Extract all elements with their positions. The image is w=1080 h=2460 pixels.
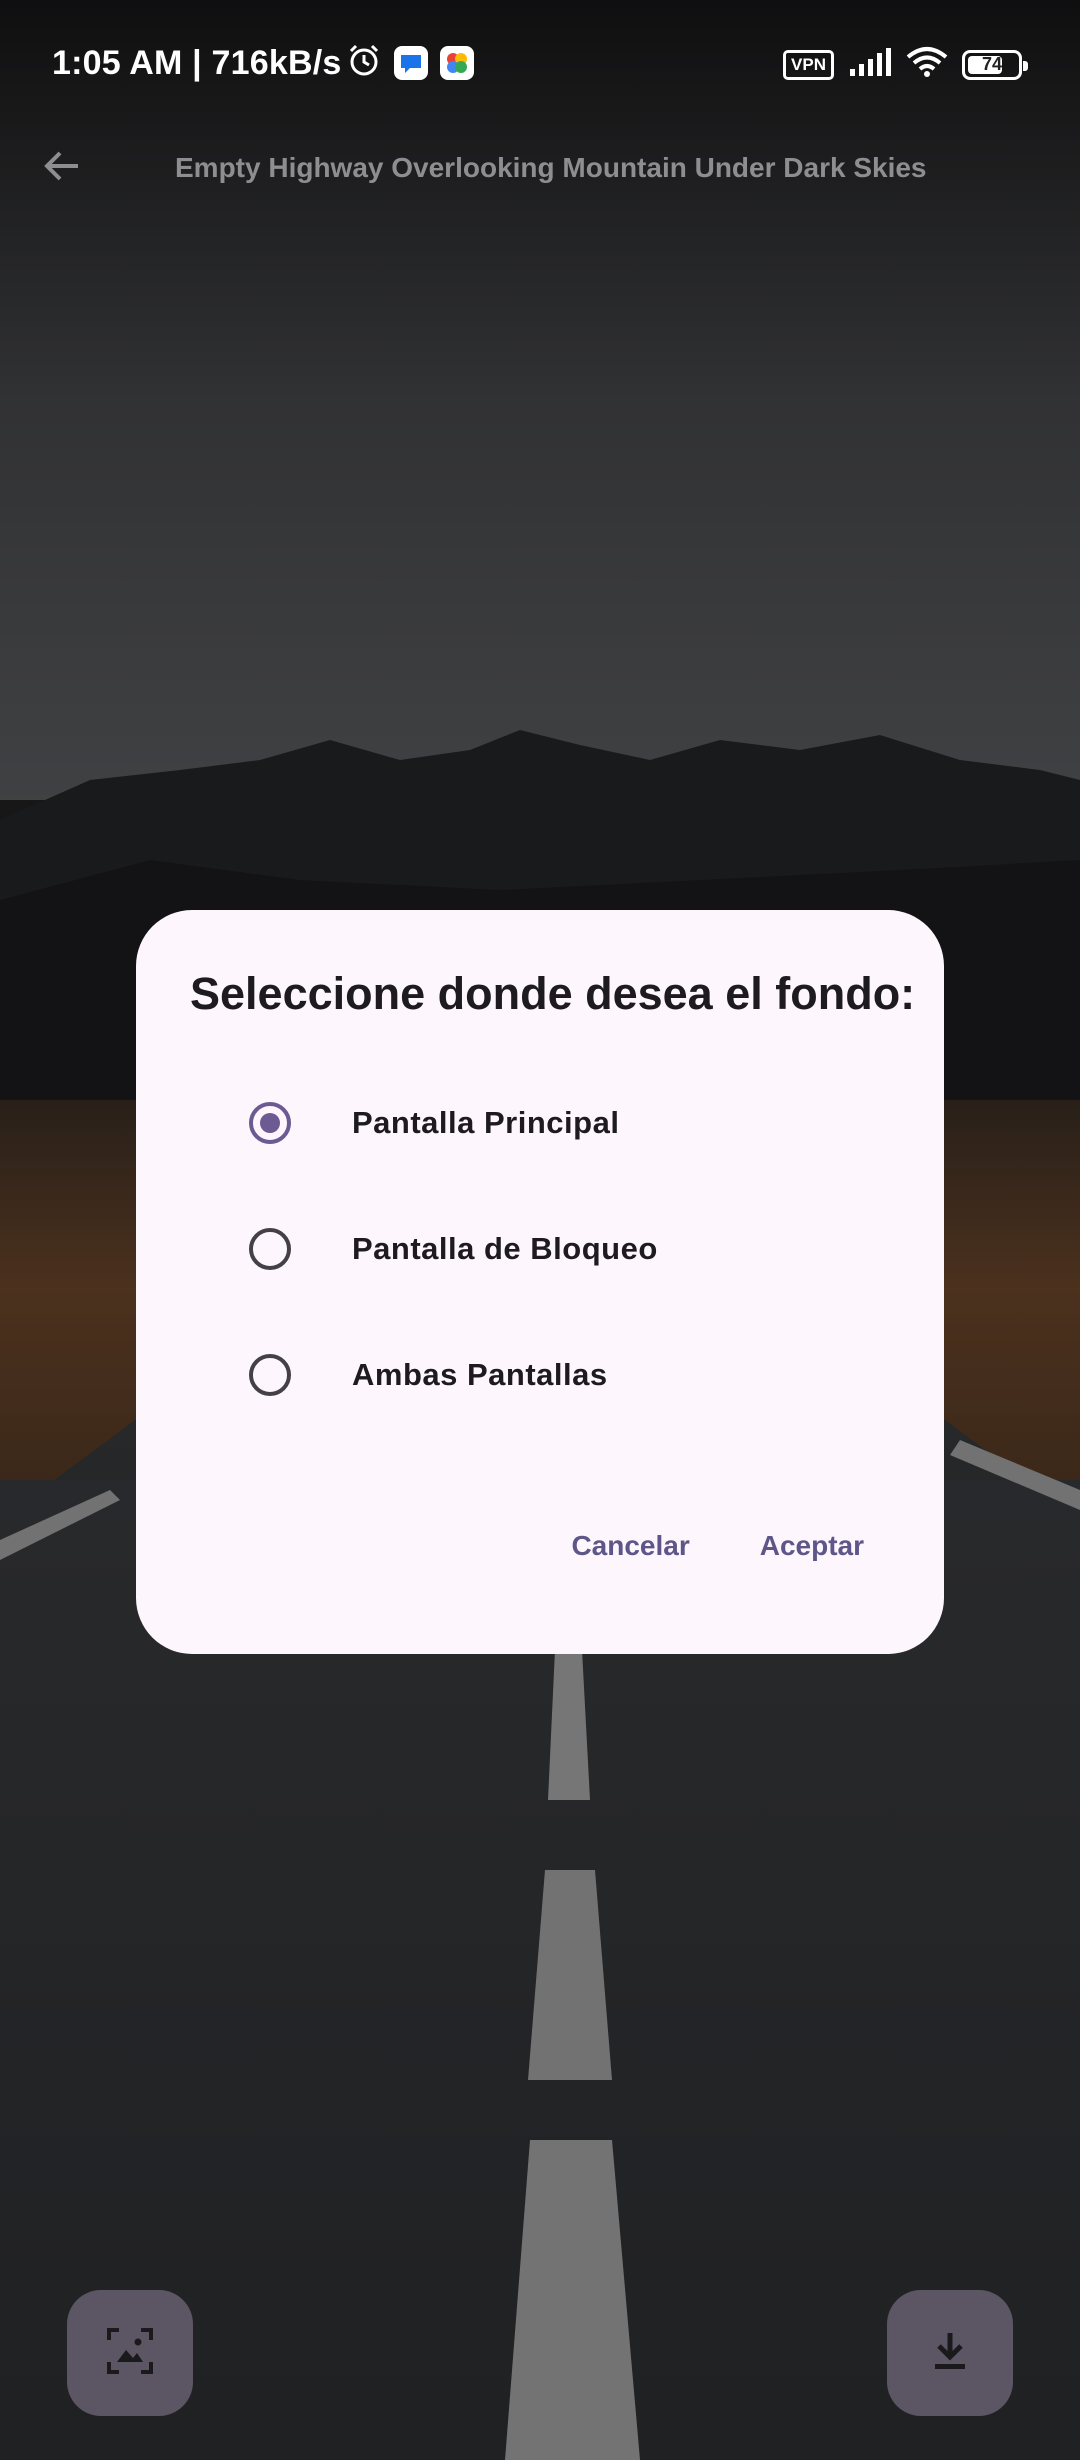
accept-button[interactable]: Aceptar — [760, 1522, 864, 1570]
arrow-back-icon — [42, 146, 82, 191]
messages-app-icon — [394, 45, 428, 80]
alarm-icon — [346, 42, 382, 83]
back-button[interactable] — [30, 136, 94, 200]
page-title: Empty Highway Overlooking Mountain Under… — [175, 152, 927, 183]
option-label: Pantalla de Bloqueo — [352, 1231, 658, 1266]
radio-both-screens[interactable] — [249, 1354, 291, 1396]
set-wallpaper-button[interactable] — [67, 2290, 193, 2416]
dialog-title: Seleccione donde desea el fondo: — [190, 968, 916, 1019]
radio-home-screen[interactable] — [249, 1102, 291, 1144]
battery-level: 74 — [981, 54, 1003, 74]
option-label: Pantalla Principal — [352, 1105, 620, 1140]
battery-icon: 74 — [962, 49, 1028, 80]
status-time: 1:05 AM | 716kB/s — [52, 44, 342, 82]
option-both-screens[interactable]: Ambas Pantallas — [186, 1325, 886, 1425]
option-lock-screen[interactable]: Pantalla de Bloqueo — [186, 1199, 886, 1299]
dialog-actions: Cancelar Aceptar — [571, 1522, 864, 1570]
set-wallpaper-icon — [105, 2326, 155, 2381]
vpn-badge: VPN — [783, 49, 834, 80]
download-icon — [928, 2329, 972, 2378]
signal-icon — [848, 47, 892, 82]
download-button[interactable] — [887, 2290, 1013, 2416]
wallpaper-target-dialog: Seleccione donde desea el fondo: Pantall… — [136, 910, 944, 1654]
option-home-screen[interactable]: Pantalla Principal — [186, 1073, 886, 1173]
cancel-button[interactable]: Cancelar — [571, 1522, 689, 1570]
app-bar: Empty Highway Overlooking Mountain Under… — [0, 130, 1080, 200]
photos-app-icon — [440, 45, 474, 80]
wifi-icon — [906, 46, 948, 83]
option-label: Ambas Pantallas — [352, 1357, 608, 1392]
status-bar: 1:05 AM | 716kB/s VPN 74 — [0, 0, 1080, 130]
radio-lock-screen[interactable] — [249, 1228, 291, 1270]
